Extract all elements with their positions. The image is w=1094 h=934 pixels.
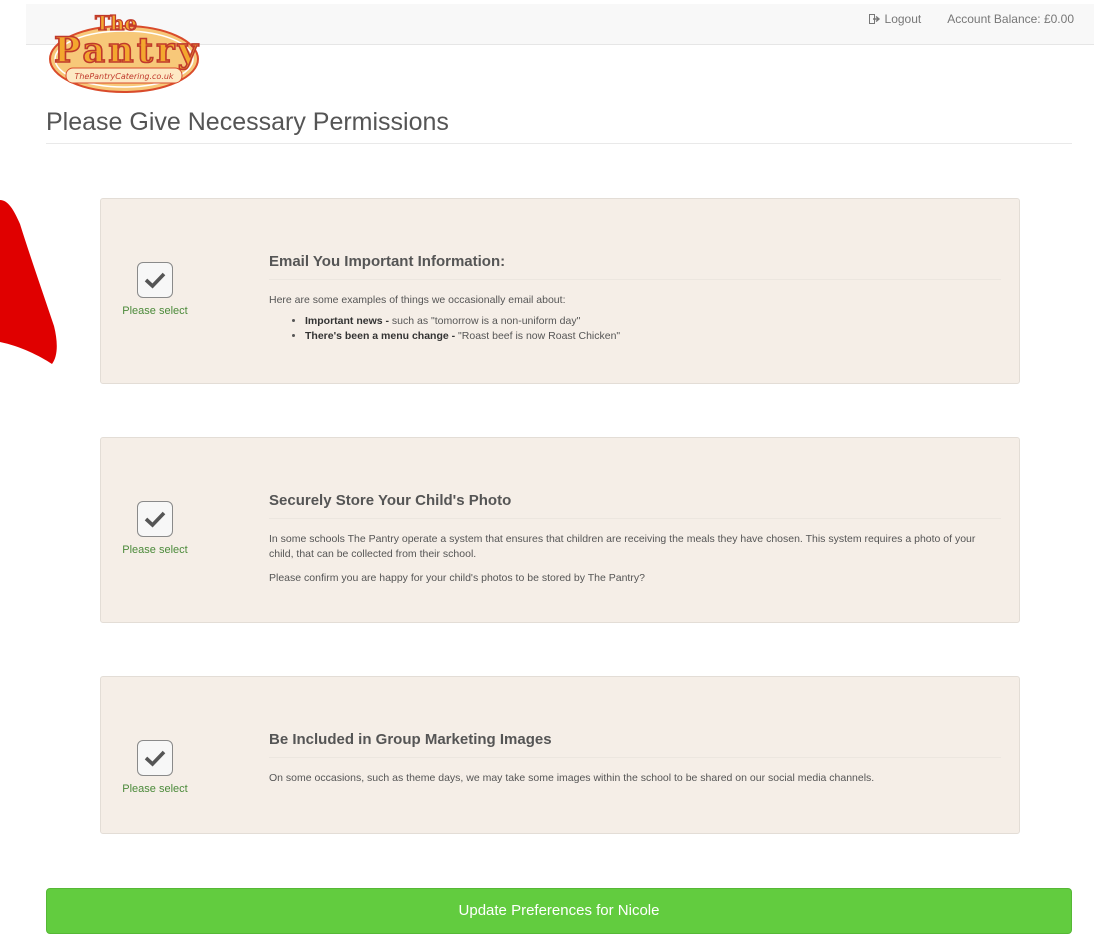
account-balance[interactable]: Account Balance: £0.00 [947,12,1074,26]
title-divider [46,143,1072,144]
permission-card-photo: Please select Securely Store Your Child'… [100,437,1020,623]
update-preferences-button[interactable]: Update Preferences for Nicole [46,888,1072,934]
marketing-permission-control: Please select [119,740,191,795]
photo-permission-body: Securely Store Your Child's Photo In som… [269,492,1001,586]
marketing-permission-text: On some occasions, such as theme days, w… [269,772,875,784]
the-pantry-logo[interactable]: The Pantry ThePantryCatering.co.uk [44,4,204,96]
marketing-permission-heading: Be Included in Group Marketing Images [269,731,1001,758]
navbar-right: Logout Account Balance: £0.00 [868,12,1074,26]
logout-icon [868,14,880,24]
permission-card-marketing: Please select Be Included in Group Marke… [100,676,1020,834]
email-permission-intro: Here are some examples of things we occa… [269,294,566,306]
photo-check-label: Please select [122,544,188,556]
photo-permission-heading: Securely Store Your Child's Photo [269,492,1001,519]
email-permission-heading: Email You Important Information: [269,253,1001,280]
example-bold: There's been a menu change - [305,330,456,342]
logo-text-pantry: Pantry [54,30,200,71]
email-examples-list: Important news - such as "tomorrow is a … [269,314,1001,344]
list-item: There's been a menu change - "Roast beef… [305,329,1001,344]
red-annotation-shape [0,200,57,364]
checkmark-icon [144,750,166,767]
list-item: Important news - such as "tomorrow is a … [305,314,1001,329]
checkmark-icon [144,272,166,289]
logout-label: Logout [884,12,922,26]
logo-tagline: ThePantryCatering.co.uk [74,72,173,81]
photo-permission-confirm: Please confirm you are happy for your ch… [269,572,645,584]
marketing-check-label: Please select [122,783,188,795]
checkmark-icon [144,511,166,528]
email-permission-control: Please select [119,262,191,317]
email-check-label: Please select [122,305,188,317]
photo-permission-checkbox[interactable] [137,501,173,537]
logout-link[interactable]: Logout [868,12,922,26]
email-permission-body: Email You Important Information: Here ar… [269,253,1001,344]
permission-card-email: Please select Email You Important Inform… [100,198,1020,384]
email-permission-checkbox[interactable] [137,262,173,298]
example-bold: Important news - [305,315,390,327]
example-text: "Roast beef is now Roast Chicken" [455,330,621,342]
marketing-permission-body: Be Included in Group Marketing Images On… [269,731,1001,786]
page-title: Please Give Necessary Permissions [46,108,449,136]
marketing-permission-checkbox[interactable] [137,740,173,776]
example-text: such as "tomorrow is a non-uniform day" [389,315,581,327]
photo-permission-text: In some schools The Pantry operate a sys… [269,533,976,560]
photo-permission-control: Please select [119,501,191,556]
